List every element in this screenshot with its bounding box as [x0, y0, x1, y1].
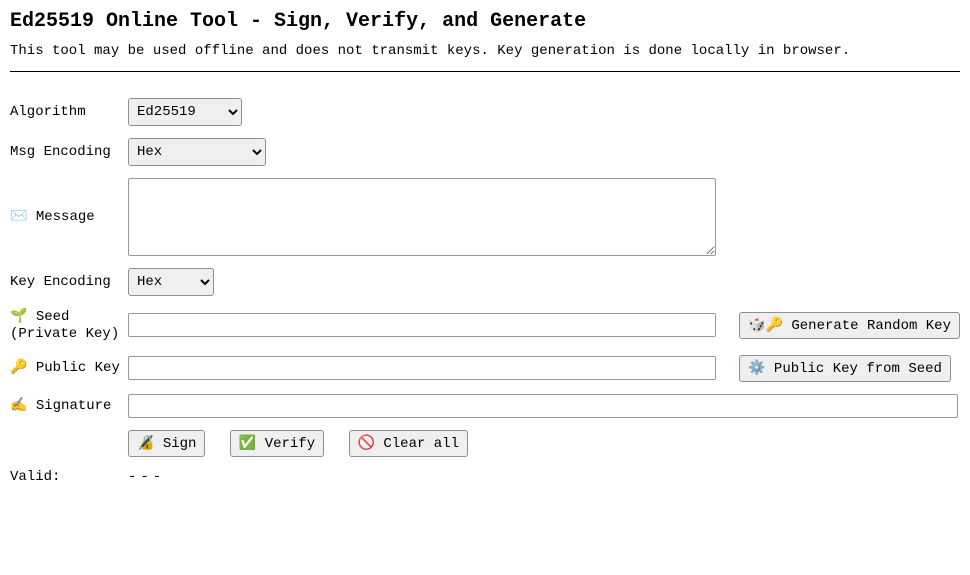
message-input[interactable]	[128, 178, 716, 256]
public-key-input[interactable]	[128, 356, 716, 380]
key-icon: 🔑	[766, 317, 783, 333]
algorithm-select[interactable]: Ed25519	[128, 98, 242, 126]
page-title: Ed25519 Online Tool - Sign, Verify, and …	[10, 10, 960, 33]
writing-hand-icon: ✍️	[10, 397, 27, 413]
no-entry-icon: 🚫	[358, 435, 375, 451]
page-subtitle: This tool may be used offline and does n…	[10, 43, 960, 59]
label-key-encoding: Key Encoding	[10, 268, 128, 296]
envelope-icon: ✉️	[10, 208, 27, 224]
label-valid: Valid:	[10, 469, 128, 486]
signature-input[interactable]	[128, 394, 958, 418]
check-icon: ✅	[239, 435, 256, 451]
label-message: ✉️ Message	[10, 178, 128, 256]
msg-encoding-select[interactable]: Hex	[128, 138, 266, 166]
label-msg-encoding: Msg Encoding	[10, 138, 128, 166]
clear-all-button[interactable]: 🚫 Clear all	[349, 430, 468, 457]
generate-random-key-button[interactable]: 🎲🔑 Generate Random Key	[739, 312, 960, 339]
label-seed: 🌱 Seed (Private Key)	[10, 308, 128, 343]
seedling-icon: 🌱	[10, 308, 27, 324]
divider	[10, 71, 960, 72]
gear-icon: ⚙️	[748, 360, 765, 376]
verify-button[interactable]: ✅ Verify	[230, 430, 324, 457]
key-encoding-select[interactable]: Hex	[128, 268, 214, 296]
public-key-from-seed-button[interactable]: ⚙️ Public Key from Seed	[739, 355, 951, 382]
seed-input[interactable]	[128, 313, 716, 337]
label-public-key: 🔑 Public Key	[10, 355, 128, 382]
sign-button[interactable]: 🔏 Sign	[128, 430, 205, 457]
label-signature: ✍️ Signature	[10, 394, 128, 418]
label-algorithm: Algorithm	[10, 98, 128, 126]
valid-result: ---	[128, 469, 165, 485]
lock-icon: 🔏	[137, 435, 154, 451]
dice-icon: 🎲	[748, 317, 765, 333]
key-icon: 🔑	[10, 359, 27, 375]
